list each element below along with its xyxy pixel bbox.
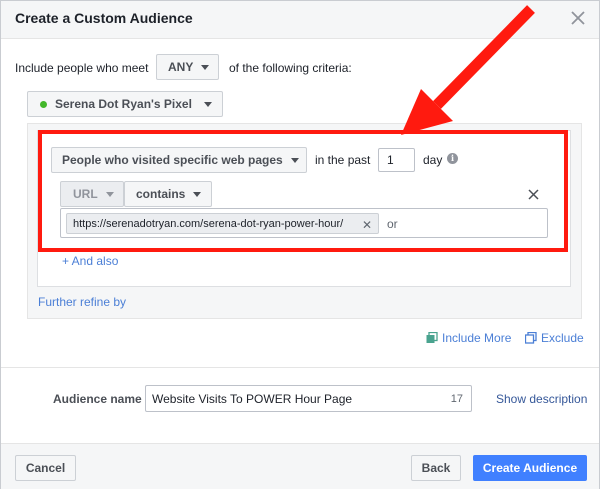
create-custom-audience-dialog: Create a Custom Audience Include people … bbox=[0, 0, 600, 489]
match-dropdown-value: ANY bbox=[168, 60, 194, 74]
pixel-dropdown[interactable]: Serena Dot Ryan's Pixel bbox=[27, 91, 223, 117]
copy-icon bbox=[426, 332, 438, 343]
include-more-label: Include More bbox=[442, 331, 512, 345]
cancel-button-label: Cancel bbox=[25, 461, 66, 475]
dialog-header: Create a Custom Audience bbox=[1, 1, 599, 39]
copy-outline-icon bbox=[525, 332, 537, 344]
match-dropdown[interactable]: ANY bbox=[156, 54, 219, 80]
further-refine-link[interactable]: Further refine by bbox=[38, 295, 126, 309]
audience-name-input[interactable]: Website Visits To POWER Hour Page 17 bbox=[145, 385, 472, 412]
char-count: 17 bbox=[450, 393, 463, 405]
status-dot-icon bbox=[40, 100, 47, 108]
include-suffix-text: of the following criteria: bbox=[229, 61, 352, 75]
chevron-down-icon bbox=[203, 101, 212, 107]
exclude-button[interactable]: Exclude bbox=[525, 331, 584, 345]
audience-name-value: Website Visits To POWER Hour Page bbox=[152, 391, 353, 406]
audience-name-label: Audience name bbox=[53, 392, 142, 406]
create-audience-label: Create Audience bbox=[482, 461, 578, 475]
highlight-box bbox=[38, 130, 568, 252]
section-divider bbox=[1, 367, 599, 368]
show-description-link[interactable]: Show description bbox=[496, 392, 587, 406]
back-button[interactable]: Back bbox=[411, 455, 461, 481]
exclude-label: Exclude bbox=[541, 331, 584, 345]
create-audience-button[interactable]: Create Audience bbox=[473, 455, 587, 481]
include-more-button[interactable]: Include More bbox=[426, 331, 511, 345]
dialog-title: Create a Custom Audience bbox=[15, 10, 193, 26]
dialog-footer: Cancel Back Create Audience bbox=[1, 443, 599, 489]
close-icon[interactable] bbox=[569, 9, 587, 27]
include-prefix-text: Include people who meet bbox=[15, 61, 149, 75]
and-also-link[interactable]: + And also bbox=[62, 254, 118, 268]
cancel-button[interactable]: Cancel bbox=[15, 455, 76, 481]
pixel-dropdown-label: Serena Dot Ryan's Pixel bbox=[55, 97, 192, 111]
chevron-down-icon bbox=[201, 64, 210, 70]
back-button-label: Back bbox=[421, 461, 451, 475]
